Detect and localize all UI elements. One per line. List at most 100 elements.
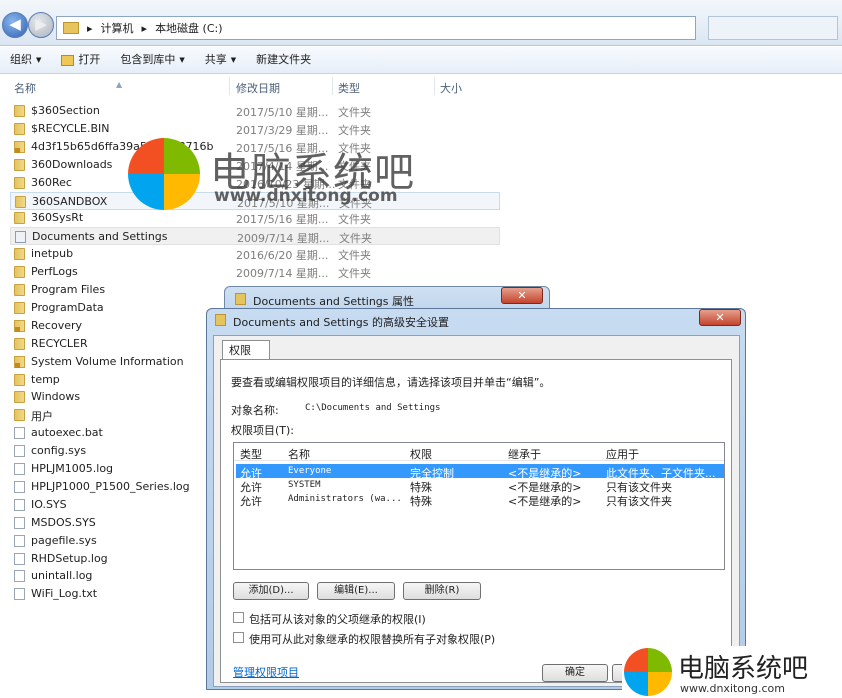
folder-icon — [14, 391, 25, 404]
permission-list-header: 类型 名称 权限 继承于 应用于 — [234, 443, 724, 461]
file-name: temp — [31, 372, 60, 386]
folder-icon — [15, 195, 26, 208]
header-inherited-from[interactable]: 继承于 — [508, 446, 541, 462]
folder-icon — [215, 314, 226, 326]
organize-label: 组织 — [10, 53, 32, 66]
column-headers: 名称 ▲ 修改日期 类型 大小 — [0, 75, 842, 97]
file-name: $RECYCLE.BIN — [31, 121, 110, 135]
permission-row[interactable]: 允许 SYSTEM 特殊 <不是继承的> 只有该文件夹 — [236, 478, 724, 494]
column-type-header[interactable]: 类型 — [338, 80, 360, 96]
file-icon — [14, 588, 25, 601]
chevron-down-icon: ▼ — [36, 56, 42, 64]
column-divider[interactable] — [434, 77, 435, 95]
file-name: inetpub — [31, 247, 74, 261]
folder-icon — [14, 266, 25, 279]
chevron-down-icon: ▼ — [230, 56, 237, 64]
file-icon — [14, 534, 25, 547]
file-type: 文件夹 — [339, 232, 372, 246]
column-size-header[interactable]: 大小 — [440, 80, 462, 96]
file-date: 2009/7/14 星期... — [236, 267, 329, 281]
file-date: 2009/7/14 星期... — [237, 232, 330, 246]
row-permission: 特殊 — [410, 495, 432, 508]
column-name-header[interactable]: 名称 — [14, 80, 36, 96]
replace-checkbox-label[interactable]: 使用可从此对象继承的权限替换所有子对象权限(P) — [249, 631, 495, 647]
inherit-checkbox-label[interactable]: 包括可从该对象的父项继承的权限(I) — [249, 611, 426, 627]
ok-button[interactable]: 确定 — [542, 664, 608, 682]
header-type[interactable]: 类型 — [240, 446, 262, 462]
file-name: System Volume Information — [31, 354, 184, 368]
search-input[interactable] — [708, 16, 838, 40]
brand-title: 电脑系统吧 — [678, 654, 809, 684]
replace-checkbox[interactable] — [233, 632, 244, 643]
folder-icon — [14, 158, 25, 171]
new-folder-button[interactable]: 新建文件夹 — [246, 49, 321, 71]
permission-row[interactable]: 允许 Everyone 完全控制 <不是继承的> 此文件夹、子文件夹... — [236, 464, 724, 480]
advanced-close-button[interactable]: ✕ — [699, 309, 741, 326]
back-arrow-icon: ◀ — [9, 15, 21, 33]
include-library-button[interactable]: 包含到库中 ▼ — [110, 49, 194, 71]
address-input[interactable]: ▸ 计算机 ▸ 本地磁盘 (C:) — [56, 16, 696, 40]
file-name: 360SANDBOX — [32, 194, 108, 208]
include-library-label: 包含到库中 — [120, 53, 176, 66]
file-date: 2017/3/29 星期... — [236, 123, 329, 137]
row-name: Everyone — [288, 466, 332, 476]
delete-button[interactable]: 删除(R) — [403, 582, 481, 600]
watermark-logo-icon — [128, 138, 200, 210]
file-row[interactable]: $360Section 2017/5/10 星期... 文件夹 — [10, 102, 500, 120]
watermark-url: www.dnxitong.com — [214, 186, 398, 206]
computer-icon — [63, 22, 79, 34]
permissions-panel: 要查看或编辑权限项目的详细信息，请选择该项目并单击“编辑”。 对象名称: C:\… — [220, 359, 732, 683]
open-button[interactable]: 打开 — [51, 49, 110, 71]
add-button[interactable]: 添加(D)... — [233, 582, 309, 600]
header-applies-to[interactable]: 应用于 — [606, 446, 639, 462]
file-name: Documents and Settings — [32, 230, 168, 244]
file-name: 360Downloads — [31, 157, 113, 171]
file-row[interactable]: inetpub 2016/6/20 星期... 文件夹 — [10, 245, 500, 263]
properties-close-button[interactable]: ✕ — [501, 287, 543, 304]
folder-icon — [14, 212, 25, 225]
header-permission[interactable]: 权限 — [410, 446, 432, 462]
share-button[interactable]: 共享 ▼ — [195, 49, 246, 71]
object-name-label: 对象名称: — [231, 404, 279, 417]
share-label: 共享 — [204, 53, 227, 66]
header-name[interactable]: 名称 — [288, 446, 310, 462]
dialog-body: 权限 要查看或编辑权限项目的详细信息，请选择该项目并单击“编辑”。 对象名称: … — [213, 335, 740, 687]
column-divider[interactable] — [229, 77, 230, 95]
manage-permissions-link[interactable]: 管理权限项目 — [233, 664, 299, 680]
file-type: 文件夹 — [338, 249, 371, 263]
folder-icon — [14, 122, 25, 135]
column-divider[interactable] — [332, 77, 333, 95]
file-row[interactable]: PerfLogs 2009/7/14 星期... 文件夹 — [10, 263, 500, 281]
locked-folder-icon — [14, 355, 25, 368]
file-name: RHDSetup.log — [31, 551, 108, 565]
permission-entries-list[interactable]: 类型 名称 权限 继承于 应用于 允许 Everyone 完全控制 <不是继承的… — [233, 442, 725, 570]
column-date-header[interactable]: 修改日期 — [236, 80, 280, 96]
file-row[interactable]: Documents and Settings 2009/7/14 星期... 文件夹 — [10, 227, 500, 246]
forward-button[interactable]: ▶ — [28, 12, 54, 38]
breadcrumb-drive[interactable]: 本地磁盘 (C:) — [155, 20, 222, 36]
shortcut-folder-icon — [15, 231, 26, 244]
file-type: 文件夹 — [338, 267, 371, 281]
file-icon — [14, 516, 25, 529]
breadcrumb-computer[interactable]: 计算机 — [101, 20, 134, 36]
file-icon — [14, 552, 25, 565]
file-name: config.sys — [31, 444, 87, 458]
organize-menu-button[interactable]: 组织 ▼ — [0, 49, 51, 71]
row-type: 允许 — [240, 495, 262, 508]
inherit-checkbox[interactable] — [233, 612, 244, 623]
brand-badge: 电脑系统吧 www.dnxitong.com — [622, 646, 842, 698]
folder-icon — [14, 248, 25, 261]
row-name: Administrators (wa... — [288, 494, 402, 504]
file-type: 文件夹 — [338, 123, 371, 137]
back-button[interactable]: ◀ — [2, 12, 28, 38]
tab-permissions[interactable]: 权限 — [222, 340, 270, 360]
file-row[interactable]: $RECYCLE.BIN 2017/3/29 星期... 文件夹 — [10, 120, 500, 138]
edit-button[interactable]: 编辑(E)... — [317, 582, 395, 600]
properties-dialog-title: Documents and Settings 属性 — [253, 295, 415, 308]
folder-icon — [235, 293, 246, 305]
permission-row[interactable]: 允许 Administrators (wa... 特殊 <不是继承的> 只有该文… — [236, 492, 724, 508]
folder-icon — [14, 105, 25, 117]
locked-folder-icon — [14, 140, 25, 153]
permission-entries-label: 权限项目(T): — [231, 424, 295, 437]
file-name: Windows — [31, 390, 81, 404]
